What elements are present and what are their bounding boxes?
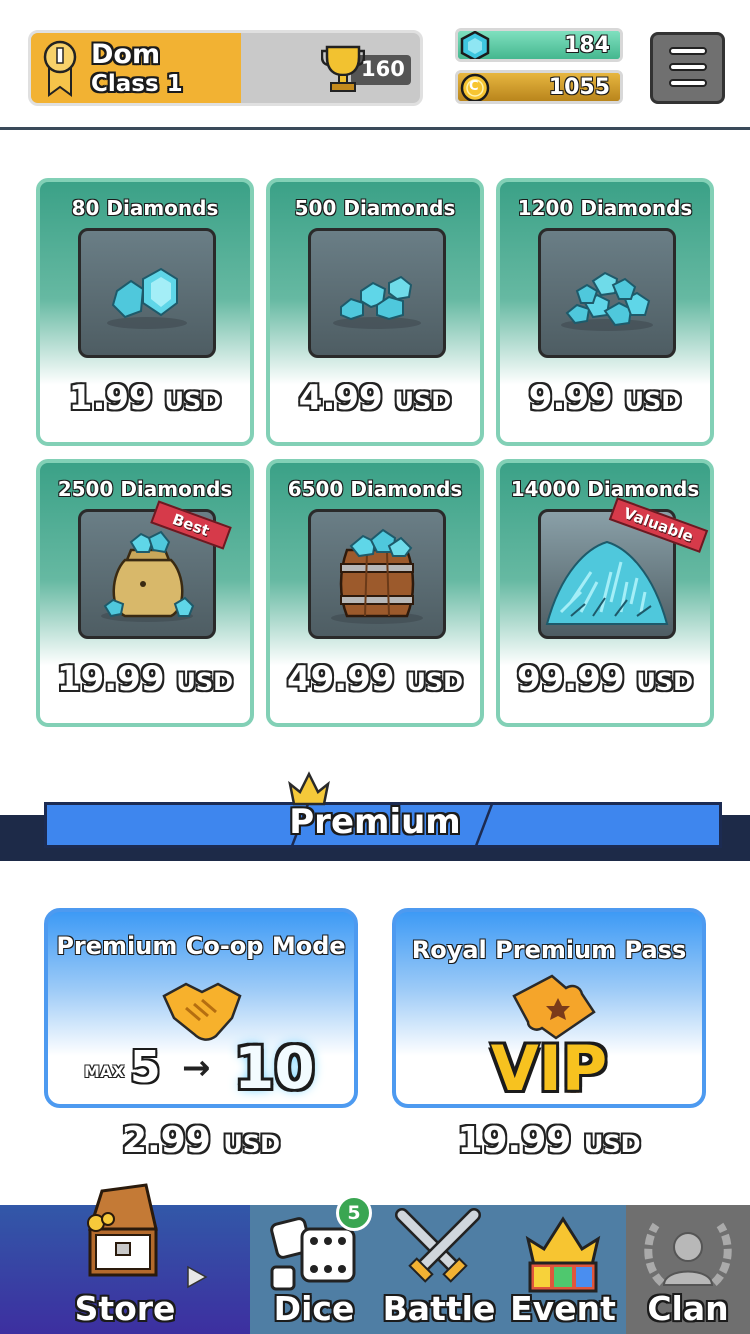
play-arrow-icon [187, 1265, 208, 1289]
pack-image [308, 228, 446, 358]
pack-price: 19.99 USD [56, 659, 234, 699]
nav-label-dice: Dice [273, 1289, 355, 1328]
diamonds-medium-icon [333, 275, 421, 329]
menu-line-icon [669, 63, 707, 71]
trophy-counter: 160 [321, 43, 411, 95]
coin-value: 1055 [548, 75, 610, 100]
pack-price: 4.99 USD [298, 378, 452, 418]
diamond-pack-2500[interactable]: 2500 Diamonds Best 19.99 USD [36, 459, 254, 727]
gem-value: 184 [564, 33, 610, 58]
diamond-pack-1200[interactable]: 1200 Diamonds 9.99 USD [496, 178, 714, 446]
pack-title: 500 Diamonds [294, 196, 456, 220]
clan-laurel-icon [644, 1222, 732, 1287]
coop-title: Premium Co-op Mode [56, 932, 346, 960]
treasure-chest-icon [87, 1183, 158, 1277]
coop-price: 2.99 USD [121, 1120, 281, 1161]
gem-icon [460, 31, 490, 59]
tab-battle[interactable]: Battle [378, 1205, 500, 1334]
pack-image [308, 509, 446, 639]
diamond-pack-80[interactable]: 80 Diamonds 1.99 USD [36, 178, 254, 446]
pack-title: 80 Diamonds [71, 196, 219, 220]
coop-from-value: 5 [130, 1042, 161, 1093]
menu-line-icon [669, 79, 707, 87]
nav-label-battle: Battle [382, 1289, 496, 1328]
menu-button[interactable] [650, 32, 725, 104]
bottom-nav: Store Dice Battle Event Clan [0, 1183, 750, 1334]
pack-price: 99.99 USD [516, 659, 694, 699]
tab-event[interactable]: Event [502, 1205, 624, 1334]
diamond-barrel-icon [331, 528, 423, 624]
vip-price: 19.99 USD [457, 1120, 641, 1161]
diamond-pack-500[interactable]: 500 Diamonds 4.99 USD [266, 178, 484, 446]
vip-title: Royal Premium Pass [411, 936, 687, 964]
pack-price: 49.99 USD [286, 659, 464, 699]
nav-label-clan: Clan [647, 1289, 729, 1328]
gem-balance[interactable]: 184 [455, 28, 623, 62]
tab-store[interactable]: Store [0, 1183, 250, 1334]
pack-image [538, 228, 676, 358]
crossed-swords-icon [395, 1208, 481, 1283]
pack-title: 6500 Diamonds [287, 477, 463, 501]
dice-notification-badge: 5 [336, 1195, 372, 1231]
pack-image [78, 228, 216, 358]
premium-section-title: Premium [289, 802, 461, 842]
royal-pass-card[interactable]: Royal Premium Pass VIP [392, 908, 706, 1108]
menu-line-icon [669, 47, 707, 55]
player-class: Class 1 [91, 71, 183, 97]
vip-label: VIP [490, 1032, 608, 1105]
rank-medal-icon [43, 40, 77, 97]
premium-coop-card[interactable]: Premium Co-op Mode MAX 5 → 10 [44, 908, 358, 1108]
diamonds-pile-icon [561, 271, 653, 331]
trophy-icon [321, 45, 365, 92]
trophy-value: 160 [361, 57, 405, 81]
pack-title: 1200 Diamonds [517, 196, 693, 220]
pack-title: 2500 Diamonds [57, 477, 233, 501]
diamonds-small-icon [107, 267, 187, 329]
nav-label-store: Store [74, 1289, 176, 1328]
diamond-pack-6500[interactable]: 6500 Diamonds 49.99 USD [266, 459, 484, 727]
diamond-pack-14000[interactable]: 14000 Diamonds Valuable 99.99 USD [496, 459, 714, 727]
handshake-icon [162, 982, 242, 1041]
pack-price: 1.99 USD [68, 378, 222, 418]
top-bar: Dom Class 1 160 184 C 1055 [0, 0, 750, 130]
arrow-icon: → [182, 1048, 211, 1088]
pack-title: 14000 Diamonds [510, 477, 700, 501]
coin-symbol: C [469, 79, 479, 94]
player-profile[interactable]: Dom Class 1 160 [28, 30, 423, 106]
nav-label-event: Event [510, 1289, 616, 1328]
event-crown-icon [525, 1216, 601, 1293]
max-label: MAX [84, 1062, 125, 1081]
player-name: Dom [91, 39, 161, 70]
pack-price: 9.99 USD [528, 378, 682, 418]
tab-clan[interactable]: Clan [626, 1205, 750, 1334]
coop-to-value: 10 [234, 1034, 315, 1102]
coin-balance[interactable]: C 1055 [455, 70, 623, 104]
